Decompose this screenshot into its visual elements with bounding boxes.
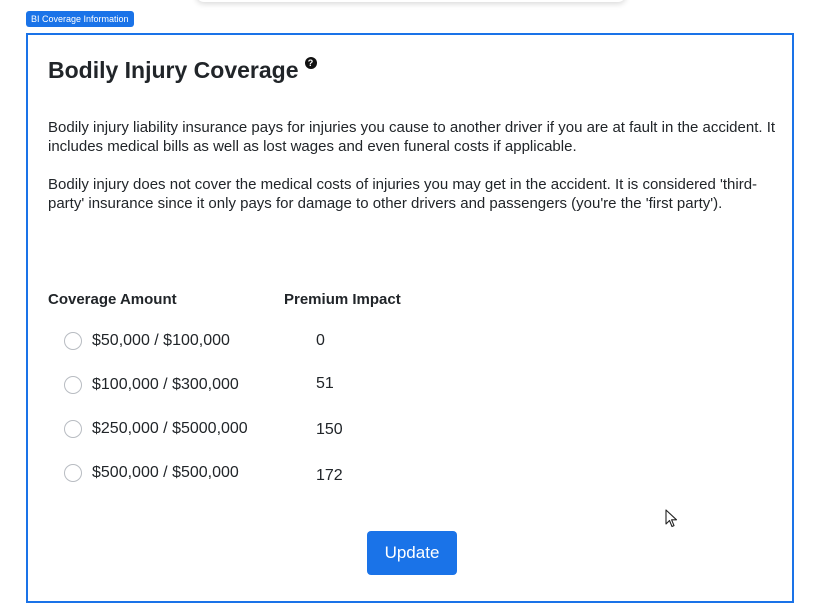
description-paragraph-1: Bodily injury liability insurance pays f…	[48, 119, 776, 155]
coverage-option-label: $50,000 / $100,000	[92, 332, 230, 349]
description-paragraph-2: Bodily injury does not cover the medical…	[48, 176, 758, 212]
section-badge: BI Coverage Information	[26, 11, 134, 27]
radio-button[interactable]	[64, 376, 82, 394]
premium-value: 150	[316, 421, 343, 438]
question-circle-icon[interactable]: ?	[304, 57, 317, 69]
coverage-option-label: $100,000 / $300,000	[92, 376, 239, 393]
mouse-cursor-icon	[665, 509, 678, 528]
premium-impact-header: Premium Impact	[284, 291, 401, 308]
radio-button[interactable]	[64, 420, 82, 438]
coverage-option[interactable]: $50,000 / $100,000 0	[64, 330, 325, 352]
radio-button[interactable]	[64, 464, 82, 482]
title-row: Bodily Injury Coverage ?	[48, 55, 317, 85]
coverage-option[interactable]: $500,000 / $500,000 172	[64, 462, 343, 484]
coverage-option-label: $500,000 / $500,000	[92, 464, 239, 481]
coverage-option[interactable]: $100,000 / $300,000 51	[64, 374, 334, 396]
page-title: Bodily Injury Coverage	[48, 57, 299, 83]
premium-value: 172	[316, 467, 343, 484]
coverage-option[interactable]: $250,000 / $5000,000 150	[64, 418, 343, 440]
update-button[interactable]: Update	[367, 531, 457, 575]
radio-button[interactable]	[64, 332, 82, 350]
coverage-amount-header: Coverage Amount	[48, 291, 177, 308]
coverage-option-label: $250,000 / $5000,000	[92, 420, 248, 437]
premium-value: 0	[316, 332, 325, 349]
top-popup-edge	[196, 0, 626, 2]
premium-value: 51	[316, 375, 334, 392]
